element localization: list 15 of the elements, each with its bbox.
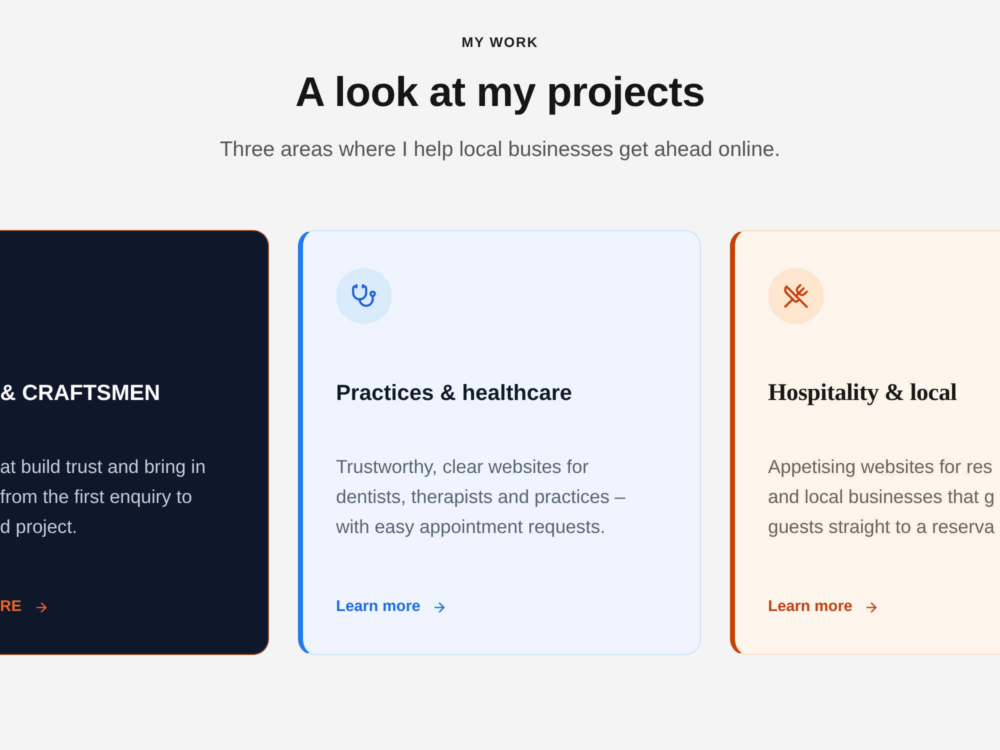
section-subheading: Three areas where I help local businesses get ahead online.: [218, 137, 782, 163]
card-description: Trustworthy, clear websites for dentists, therapists and practices – with easy appointment requests.: [336, 455, 626, 539]
card-link[interactable]: Learn more: [336, 595, 448, 619]
arrow-right-icon: [432, 600, 448, 614]
card-title: Practices & healthcare: [336, 379, 572, 407]
card-title: Hospitality & local: [768, 379, 957, 408]
arrow-right-icon: [34, 600, 49, 614]
card-description: at build trust and bring in from the first enquiry to d project.: [0, 455, 206, 539]
card-description: Appetising websites for res and local businesses that g guests straight to a reserva: [768, 455, 995, 539]
section-heading: A look at my projects: [294, 68, 706, 116]
section-eyebrow: MY WORK: [460, 33, 540, 52]
card-link[interactable]: Learn more: [768, 595, 880, 619]
card-title: & CRAFTSMEN: [0, 379, 160, 407]
card-link[interactable]: RE: [0, 595, 49, 619]
arrow-right-icon: [864, 600, 880, 614]
